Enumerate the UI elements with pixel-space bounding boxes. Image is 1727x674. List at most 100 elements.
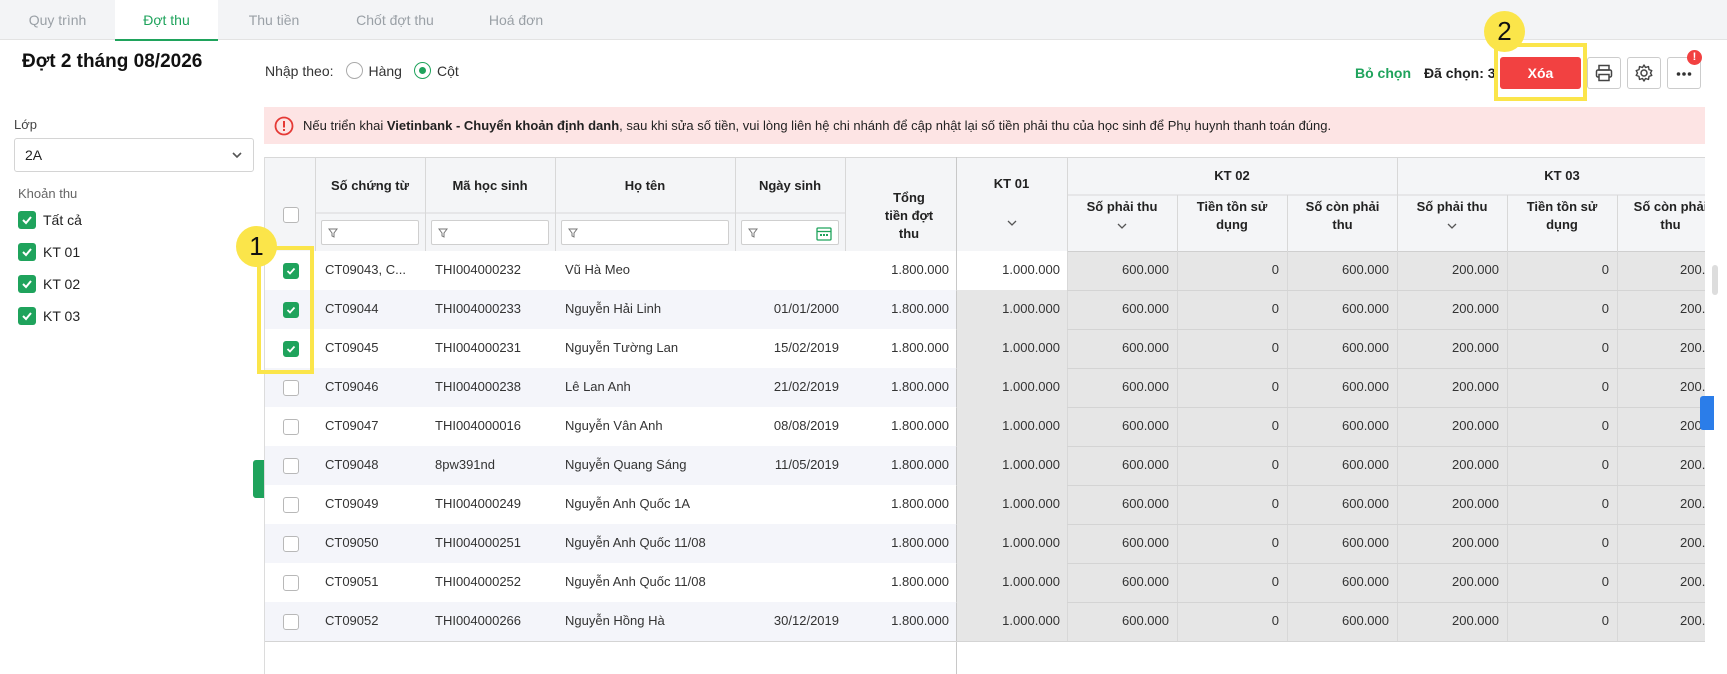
calendar-icon[interactable] bbox=[816, 226, 832, 241]
expand-right-panel-handle[interactable] bbox=[1700, 396, 1714, 430]
header-ma-hoc-sinh: Mã học sinh bbox=[452, 178, 528, 193]
print-button[interactable] bbox=[1587, 57, 1621, 89]
filter-item-kt-03[interactable]: KT 03 bbox=[18, 306, 80, 326]
radio-icon[interactable] bbox=[345, 62, 363, 79]
filter-ho-ten-input[interactable] bbox=[561, 220, 729, 245]
cell-ngay-sinh: 15/02/2019 bbox=[773, 340, 839, 355]
table-row[interactable]: CT09048 8pw391nd Nguyễn Quang Sáng 11/05/20… bbox=[265, 446, 1705, 485]
row-checkbox[interactable] bbox=[283, 380, 299, 396]
cell-kt03-tien-ton: 0 bbox=[1601, 535, 1609, 550]
table-row[interactable]: CT09052 THI004000266 Nguyễn Hồng Hà 30/12/2… bbox=[265, 602, 1705, 641]
cell-so-chung-tu: CT09044 bbox=[325, 301, 379, 316]
checkbox-checked-icon bbox=[18, 275, 36, 293]
cell-kt02-tien-ton: 0 bbox=[1271, 262, 1279, 277]
cell-so-chung-tu: CT09051 bbox=[325, 574, 379, 589]
table-row[interactable]: CT09045 THI004000231 Nguyễn Tường Lan 15/02… bbox=[265, 329, 1705, 368]
tab-hoa-don[interactable]: Hoá đơn bbox=[460, 0, 572, 40]
filter-item-tat-ca[interactable]: Tất cả bbox=[18, 210, 82, 230]
cell-kt03-so-con-phai-thu: 200.000 bbox=[1680, 262, 1705, 277]
cell-kt03-so-phai-thu: 200.000 bbox=[1452, 457, 1499, 472]
collapse-left-panel-handle[interactable] bbox=[253, 460, 264, 498]
cell-tong-tien: 1.800.000 bbox=[891, 340, 949, 355]
cell-kt03-tien-ton: 0 bbox=[1601, 340, 1609, 355]
header-kt02-tien-ton: Tiền tồn sử dụng bbox=[1196, 199, 1268, 232]
table-row[interactable]: CT09051 THI004000252 Nguyễn Anh Quốc 11/08… bbox=[265, 563, 1705, 602]
cell-tong-tien: 1.800.000 bbox=[891, 379, 949, 394]
cell-kt03-tien-ton: 0 bbox=[1601, 262, 1609, 277]
cell-kt02-so-con-phai-thu: 600.000 bbox=[1342, 340, 1389, 355]
radio-selected-icon[interactable] bbox=[413, 62, 431, 79]
warning-text: Nếu triển khai Vietinbank - Chuyển khoản… bbox=[303, 118, 1331, 133]
cell-kt03-tien-ton: 0 bbox=[1601, 613, 1609, 628]
cell-so-chung-tu: CT09047 bbox=[325, 418, 379, 433]
table-row[interactable]: CT09049 THI004000249 Nguyễn Anh Quốc 1A 1.8… bbox=[265, 485, 1705, 524]
cell-kt02-tien-ton: 0 bbox=[1271, 535, 1279, 550]
radio-cot[interactable]: Cột bbox=[413, 62, 459, 79]
cell-kt02-so-con-phai-thu: 600.000 bbox=[1342, 613, 1389, 628]
cell-ma-hoc-sinh: THI004000232 bbox=[435, 262, 522, 277]
row-checkbox[interactable] bbox=[283, 497, 299, 513]
cell-kt03-so-con-phai-thu: 200.000 bbox=[1680, 574, 1705, 589]
warning-banner: Nếu triển khai Vietinbank - Chuyển khoản… bbox=[264, 107, 1705, 144]
cell-ma-hoc-sinh: THI004000231 bbox=[435, 340, 522, 355]
cell-kt03-so-con-phai-thu: 200.000 bbox=[1680, 418, 1705, 433]
chevron-down-icon[interactable] bbox=[1116, 222, 1128, 230]
cell-kt02-tien-ton: 0 bbox=[1271, 613, 1279, 628]
alert-circle-icon bbox=[274, 116, 294, 135]
header-tong-tien: Tổng tiền đợt thu bbox=[884, 190, 934, 241]
top-tabs: Quy trình Đợt thu Thu tiền Chốt đợt thu … bbox=[0, 0, 1727, 41]
cell-kt03-tien-ton: 0 bbox=[1601, 418, 1609, 433]
more-dots-icon bbox=[1676, 72, 1692, 76]
row-checkbox[interactable] bbox=[283, 536, 299, 552]
select-all-checkbox[interactable] bbox=[283, 207, 299, 223]
cell-kt03-so-phai-thu: 200.000 bbox=[1452, 496, 1499, 511]
cell-kt03-tien-ton: 0 bbox=[1601, 457, 1609, 472]
cell-ma-hoc-sinh: THI004000266 bbox=[435, 613, 522, 628]
table-row[interactable]: CT09047 THI004000016 Nguyễn Vân Anh 08/08/2… bbox=[265, 407, 1705, 446]
row-checkbox[interactable] bbox=[283, 614, 299, 630]
cell-kt03-so-phai-thu: 200.000 bbox=[1452, 535, 1499, 550]
chevron-down-icon[interactable] bbox=[1006, 219, 1018, 227]
cell-kt03-so-phai-thu: 200.000 bbox=[1452, 262, 1499, 277]
filter-so-chung-tu-input[interactable] bbox=[321, 220, 419, 245]
table-row[interactable]: CT09044 THI004000233 Nguyễn Hải Linh 01/01/… bbox=[265, 290, 1705, 329]
tab-dot-thu[interactable]: Đợt thu bbox=[115, 0, 218, 41]
row-checkbox[interactable] bbox=[283, 575, 299, 591]
cell-ma-hoc-sinh: 8pw391nd bbox=[435, 457, 495, 472]
checkbox-checked-icon bbox=[18, 307, 36, 325]
row-checkbox[interactable] bbox=[283, 458, 299, 474]
row-checkbox[interactable] bbox=[283, 419, 299, 435]
cell-kt02-so-con-phai-thu: 600.000 bbox=[1342, 496, 1389, 511]
cell-so-chung-tu: CT09052 bbox=[325, 613, 379, 628]
cell-kt02-so-con-phai-thu: 600.000 bbox=[1342, 535, 1389, 550]
filter-ma-hoc-sinh-input[interactable] bbox=[431, 220, 549, 245]
radio-hang[interactable]: Hàng bbox=[345, 62, 402, 79]
cell-kt03-tien-ton: 0 bbox=[1601, 379, 1609, 394]
cell-kt03-tien-ton: 0 bbox=[1601, 574, 1609, 589]
tab-quy-trinh[interactable]: Quy trình bbox=[0, 0, 115, 40]
filter-item-kt-01[interactable]: KT 01 bbox=[18, 242, 80, 262]
cell-kt02-so-con-phai-thu: 600.000 bbox=[1342, 379, 1389, 394]
filter-ngay-sinh-input[interactable] bbox=[741, 220, 839, 245]
table-row[interactable]: CT09050 THI004000251 Nguyễn Anh Quốc 11/08… bbox=[265, 524, 1705, 563]
settings-button[interactable] bbox=[1627, 57, 1661, 89]
fee-table: Số chứng từ Mã học sinh Họ tên Ngày sinh… bbox=[264, 157, 1705, 674]
chevron-down-icon[interactable] bbox=[1446, 222, 1458, 230]
tab-chot-dot-thu[interactable]: Chốt đợt thu bbox=[330, 0, 460, 40]
cell-ma-hoc-sinh: THI004000251 bbox=[435, 535, 522, 550]
filter-item-kt-02[interactable]: KT 02 bbox=[18, 274, 80, 294]
cell-tong-tien: 1.800.000 bbox=[891, 262, 949, 277]
cell-kt01[interactable]: 1.000.000 bbox=[956, 262, 1060, 277]
cell-kt01: 1.000.000 bbox=[1002, 379, 1060, 394]
filter-item-label: KT 02 bbox=[43, 276, 81, 292]
header-ho-ten: Họ tên bbox=[624, 178, 666, 193]
table-row[interactable]: CT09043, C... THI004000232 Vũ Hà Meo 1.800.… bbox=[265, 251, 1705, 290]
lop-select[interactable]: 2A bbox=[14, 138, 254, 172]
cell-ngay-sinh: 01/01/2000 bbox=[773, 301, 839, 316]
tab-thu-tien[interactable]: Thu tiền bbox=[218, 0, 330, 40]
deselect-button[interactable]: Bỏ chọn bbox=[1355, 65, 1411, 81]
vertical-scrollbar[interactable] bbox=[1712, 265, 1718, 295]
cell-ngay-sinh: 30/12/2019 bbox=[773, 613, 839, 628]
selected-count: Đã chọn: 3 bbox=[1424, 65, 1496, 81]
table-row[interactable]: CT09046 THI004000238 Lê Lan Anh 21/02/2019 1… bbox=[265, 368, 1705, 407]
